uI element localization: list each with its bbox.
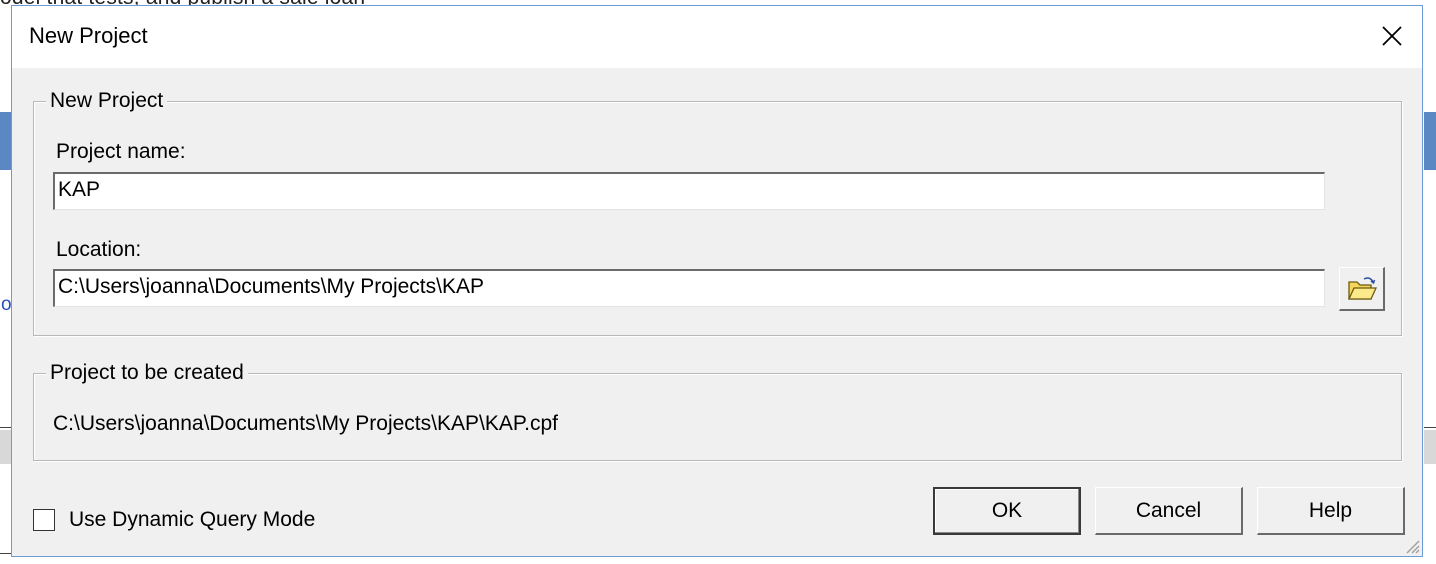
dialog-titlebar[interactable]: New Project [12,6,1422,68]
location-input[interactable]: C:\Users\joanna\Documents\My Projects\KA… [53,269,1325,307]
project-name-input[interactable]: KAP [53,172,1325,210]
created-project-path: C:\Users\joanna\Documents\My Projects\KA… [53,412,558,435]
browse-folder-button[interactable] [1339,267,1385,311]
close-button[interactable] [1362,6,1422,66]
background-panel-right [1424,430,1436,464]
background-band-right [1424,112,1436,170]
dynamic-query-label[interactable]: Use Dynamic Query Mode [69,508,315,532]
new-project-dialog: New Project New Project Project name: KA… [11,5,1423,557]
ok-button[interactable]: OK [933,487,1081,535]
new-project-group-legend: New Project [46,88,168,114]
location-label: Location: [56,238,142,261]
dynamic-query-checkbox[interactable] [33,509,55,531]
dialog-title: New Project [29,23,148,48]
close-icon [1382,26,1402,46]
folder-open-icon [1347,276,1377,300]
cancel-button[interactable]: Cancel [1095,487,1243,535]
background-divider-right [1424,427,1436,428]
resize-grip-icon[interactable] [1402,536,1420,554]
help-button[interactable]: Help [1257,487,1405,535]
project-name-label: Project name: [56,140,186,163]
project-to-be-created-legend: Project to be created [46,360,248,386]
background-glyph: o [1,294,12,315]
